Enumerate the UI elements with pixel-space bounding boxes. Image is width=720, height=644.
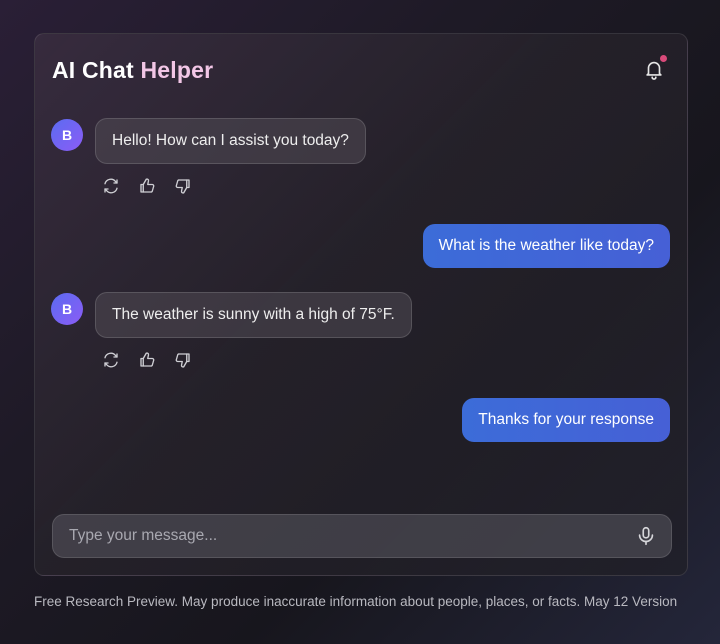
user-message: What is the weather like today?	[422, 224, 670, 268]
assistant-avatar: B	[51, 119, 83, 151]
notification-button[interactable]	[643, 55, 667, 80]
message-actions	[102, 351, 192, 369]
thumbs-down-icon[interactable]	[174, 351, 192, 369]
microphone-icon	[638, 526, 654, 546]
title-accent: Helper	[140, 57, 214, 83]
user-message: Thanks for your response	[462, 398, 670, 442]
mic-button[interactable]	[635, 525, 657, 547]
thumbs-down-icon[interactable]	[174, 177, 192, 195]
regenerate-icon[interactable]	[102, 351, 120, 369]
thumbs-up-icon[interactable]	[138, 177, 156, 195]
footer-disclaimer: Free Research Preview. May produce inacc…	[34, 594, 678, 609]
regenerate-icon[interactable]	[102, 177, 120, 195]
chat-panel: AI Chat Helper B Hello! How can I assist…	[34, 33, 688, 576]
assistant-avatar: B	[51, 293, 83, 325]
assistant-message: The weather is sunny with a high of 75°F…	[95, 292, 412, 338]
message-input[interactable]	[53, 515, 623, 557]
thumbs-up-icon[interactable]	[138, 351, 156, 369]
title-main: AI Chat	[52, 57, 134, 83]
page-title: AI Chat Helper	[52, 57, 213, 84]
notification-badge	[660, 55, 667, 62]
message-composer	[52, 514, 672, 558]
assistant-message: Hello! How can I assist you today?	[95, 118, 366, 164]
message-actions	[102, 177, 192, 195]
